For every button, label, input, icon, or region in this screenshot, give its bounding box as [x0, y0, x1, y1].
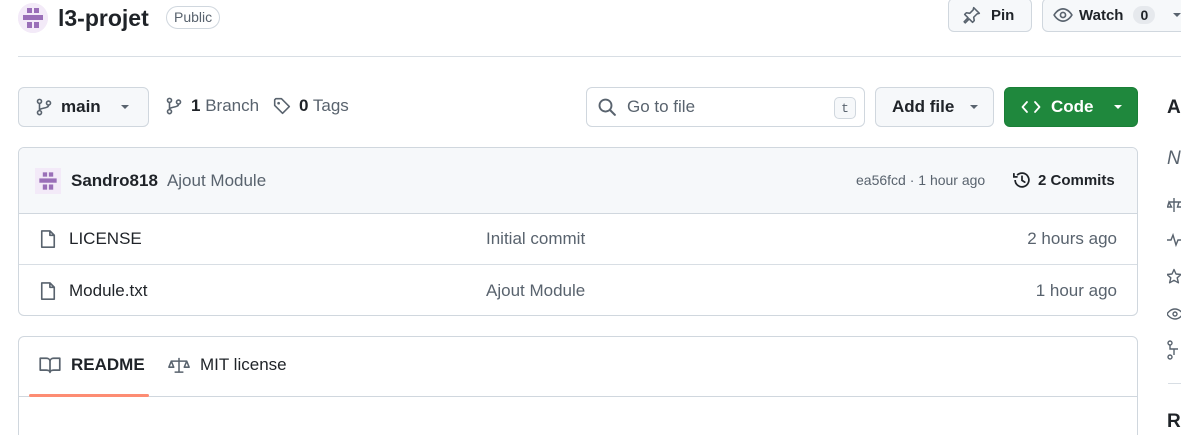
repo-name[interactable]: l3-projet: [58, 3, 149, 33]
shortcut-key: t: [834, 97, 856, 119]
caret-down-icon: [1173, 13, 1181, 17]
file-icon: [40, 230, 56, 248]
tag-icon: [273, 97, 291, 115]
branch-word: Branch: [205, 96, 260, 115]
branch-count: 1: [191, 96, 201, 115]
eye-icon: [1053, 8, 1073, 22]
tag-count: 0: [299, 96, 309, 115]
add-file-label: Add file: [892, 97, 955, 116]
code-icon: [1021, 101, 1041, 113]
file-commit-message[interactable]: Initial commit: [486, 229, 585, 249]
caret-down-icon: [970, 105, 979, 109]
no-description-partial: N: [1167, 148, 1181, 169]
latest-commit-bar: Sandro818 Ajout Module ea56fcd · 1 hour …: [19, 148, 1137, 214]
branch-name: main: [61, 97, 101, 116]
git-branch-icon: [36, 98, 52, 116]
header-divider: [18, 56, 1181, 57]
branches-link[interactable]: 1 Branch: [165, 96, 259, 116]
releases-heading-partial: Re: [1167, 411, 1181, 432]
law-icon: [168, 357, 190, 373]
commits-history-link[interactable]: 2 Commits: [1012, 170, 1115, 190]
pin-icon: [963, 6, 981, 24]
tag-word: Tags: [312, 96, 349, 115]
search-icon: [598, 98, 616, 116]
commit-author[interactable]: Sandro818: [71, 171, 158, 191]
file-row[interactable]: Module.txt Ajout Module 1 hour ago: [19, 265, 1137, 315]
about-heading-partial: A: [1167, 97, 1181, 118]
file-row[interactable]: LICENSE Initial commit 2 hours ago: [19, 214, 1137, 265]
pin-label: Pin: [991, 6, 1015, 24]
star-icon: [1167, 268, 1181, 284]
commit-message[interactable]: Ajout Module: [167, 171, 266, 191]
tab-license[interactable]: MIT license: [168, 355, 287, 375]
file-name[interactable]: Module.txt: [69, 281, 147, 301]
file-updated-time: 2 hours ago: [1027, 229, 1117, 248]
identicon-icon: [35, 167, 61, 194]
pulse-icon: [1167, 232, 1181, 248]
tab-license-label: MIT license: [200, 355, 287, 374]
tab-readme[interactable]: README: [39, 355, 145, 375]
commits-label: 2 Commits: [1038, 171, 1115, 189]
go-to-file-search[interactable]: [586, 87, 865, 127]
file-name[interactable]: LICENSE: [69, 229, 142, 249]
file-commit-message[interactable]: Ajout Module: [486, 281, 585, 301]
book-icon: [39, 357, 61, 374]
eye-icon: [1167, 308, 1181, 320]
pin-button[interactable]: Pin: [948, 0, 1032, 32]
watch-label: Watch: [1079, 6, 1124, 24]
watch-button[interactable]: Watch 0: [1042, 0, 1181, 32]
file-browser: Sandro818 Ajout Module ea56fcd · 1 hour …: [18, 147, 1138, 316]
law-icon: [1167, 198, 1181, 212]
go-to-file-input[interactable]: [627, 97, 827, 117]
history-icon: [1013, 172, 1030, 188]
file-updated-time: 1 hour ago: [1035, 280, 1117, 300]
sidebar-divider: [1168, 383, 1181, 384]
add-file-button[interactable]: Add file: [875, 87, 994, 127]
active-tab-indicator: [29, 394, 149, 397]
readme-tabs: README MIT license: [19, 337, 1137, 397]
author-avatar[interactable]: [35, 167, 61, 194]
repo-forked-icon: [1167, 340, 1178, 360]
caret-down-icon: [120, 105, 129, 109]
repo-owner-avatar[interactable]: [18, 3, 48, 33]
caret-down-icon: [1113, 105, 1122, 109]
branch-selector[interactable]: main: [18, 87, 149, 127]
git-branch-icon: [166, 97, 182, 115]
code-button[interactable]: Code: [1004, 87, 1138, 127]
code-label: Code: [1051, 97, 1094, 116]
identicon-icon: [18, 3, 48, 33]
commit-hash-time[interactable]: ea56fcd · 1 hour ago: [856, 172, 985, 188]
tags-link[interactable]: 0 Tags: [273, 96, 349, 116]
file-icon: [40, 281, 56, 300]
watch-count: 0: [1133, 6, 1156, 24]
readme-panel: README MIT license: [18, 336, 1138, 435]
visibility-badge: Public: [166, 6, 221, 29]
tab-readme-label: README: [71, 355, 145, 374]
